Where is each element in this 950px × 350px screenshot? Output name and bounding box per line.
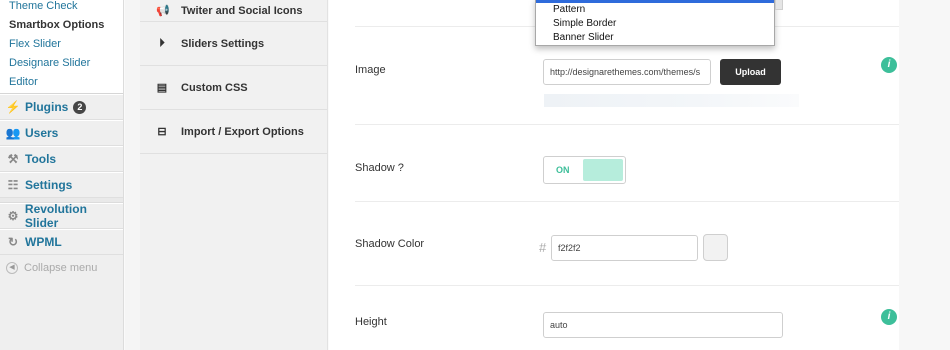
height-label: Height <box>355 316 387 328</box>
dropdown-option-simple-border[interactable]: Simple Border <box>536 17 774 31</box>
collapse-menu-label: Collapse menu <box>24 262 98 274</box>
submenu-theme-check[interactable]: Theme Check <box>0 0 123 19</box>
image-label: Image <box>355 64 386 76</box>
color-swatch[interactable] <box>703 234 728 261</box>
gear-icon: ⚙ <box>7 209 19 223</box>
shadow-color-input[interactable]: f2f2f2 <box>551 235 698 261</box>
drive-icon: ⊟ <box>157 126 167 138</box>
sidebar-item-label: Tools <box>25 152 57 166</box>
slider-type-dropdown-list[interactable]: Pattern Simple Border Banner Slider <box>535 0 775 46</box>
sidebar-item-wpml[interactable]: ↻ WPML <box>0 229 123 255</box>
option-row-shadow <box>355 125 899 202</box>
info-icon[interactable]: i <box>881 57 897 73</box>
sidebar-item-users[interactable]: 👥 Users <box>0 120 123 146</box>
options-nav-label: Sliders Settings <box>181 37 265 50</box>
options-nav-label: Twiter and Social Icons <box>181 4 303 17</box>
info-icon[interactable]: i <box>881 309 897 325</box>
sidebar-item-label: WPML <box>25 235 62 249</box>
appearance-submenu: Theme Check Smartbox Options Flex Slider… <box>0 0 123 94</box>
sidebar-item-tools[interactable]: ⚒ Tools <box>0 146 123 172</box>
play-circle-icon: ⏵ <box>159 37 165 49</box>
sidebar-item-label: Users <box>25 126 59 140</box>
wpml-icon: ↻ <box>7 235 19 249</box>
collapse-arrow-icon: ◀ <box>6 262 18 274</box>
admin-sidebar: Theme Check Smartbox Options Flex Slider… <box>0 0 124 350</box>
toggle-knob <box>583 159 623 181</box>
options-nav-social-icons[interactable]: 📢 Twiter and Social Icons <box>140 0 327 22</box>
dropdown-scroll-stub <box>775 0 783 10</box>
users-icon: 👥 <box>5 126 21 140</box>
submenu-designare-slider[interactable]: Designare Slider <box>0 57 123 76</box>
hash-symbol: # <box>539 240 547 255</box>
height-input[interactable]: auto <box>543 312 783 338</box>
submenu-smartbox-options[interactable]: Smartbox Options <box>0 19 123 38</box>
image-preview <box>544 94 799 107</box>
shadow-color-label: Shadow Color <box>355 238 425 250</box>
sidebar-item-plugins[interactable]: ⚡ Plugins 2 <box>0 94 123 120</box>
content-gap <box>125 0 140 350</box>
shadow-label: Shadow ? <box>355 162 404 174</box>
options-nav-label: Import / Export Options <box>181 125 304 138</box>
collapse-menu-button[interactable]: ◀ Collapse menu <box>0 255 123 281</box>
toggle-on-label: ON <box>556 165 570 175</box>
page-right-margin <box>899 0 950 350</box>
dropdown-option-pattern[interactable]: Pattern <box>536 3 774 17</box>
sidebar-item-revolution-slider[interactable]: ⚙ Revolution Slider <box>0 202 123 230</box>
plug-icon: ⚡ <box>5 100 21 114</box>
plugins-update-badge: 2 <box>73 100 87 114</box>
sidebar-item-label: Plugins <box>25 100 69 114</box>
settings-icon: ☷ <box>7 178 19 192</box>
sidebar-item-label: Settings <box>25 178 73 192</box>
submenu-editor[interactable]: Editor <box>0 76 123 95</box>
options-navigation: 📢 Twiter and Social Icons ⏵ Sliders Sett… <box>140 0 328 350</box>
sidebar-item-settings[interactable]: ☷ Settings <box>0 172 123 198</box>
options-nav-import-export[interactable]: ⊟ Import / Export Options <box>140 110 327 154</box>
tools-icon: ⚒ <box>7 152 19 166</box>
options-nav-custom-css[interactable]: ▤ Custom CSS <box>140 66 327 110</box>
image-url-input[interactable]: http://designarethemes.com/themes/s <box>543 59 711 85</box>
options-nav-sliders-settings[interactable]: ⏵ Sliders Settings <box>140 22 327 66</box>
document-icon: ▤ <box>156 82 168 94</box>
dropdown-option-banner-slider[interactable]: Banner Slider <box>536 31 774 45</box>
submenu-flex-slider[interactable]: Flex Slider <box>0 38 123 57</box>
sidebar-item-label: Revolution Slider <box>24 202 87 230</box>
megaphone-icon: 📢 <box>156 5 170 17</box>
upload-button[interactable]: Upload <box>720 59 781 85</box>
options-panel: Image http://designarethemes.com/themes/… <box>329 0 899 350</box>
shadow-toggle[interactable]: ON <box>543 156 626 184</box>
options-nav-label: Custom CSS <box>181 81 248 94</box>
